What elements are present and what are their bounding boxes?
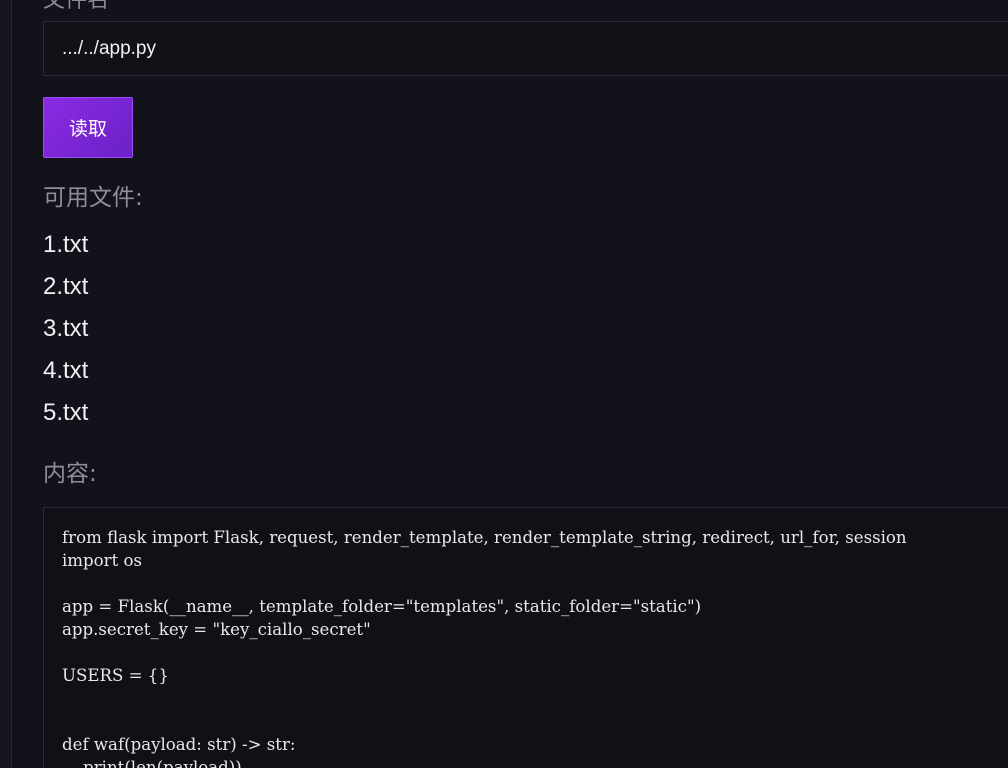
- file-item-4[interactable]: 4.txt: [43, 354, 88, 396]
- left-sidebar-edge: [0, 0, 12, 768]
- file-item-1[interactable]: 1.txt: [43, 228, 88, 270]
- file-content-code: from flask import Flask, request, render…: [62, 528, 907, 768]
- filename-input[interactable]: [43, 21, 1008, 76]
- content-heading: 内容:: [43, 461, 97, 487]
- file-item-3[interactable]: 3.txt: [43, 312, 88, 354]
- file-content-panel: from flask import Flask, request, render…: [43, 507, 1008, 768]
- available-files-list: 1.txt 2.txt 3.txt 4.txt 5.txt: [43, 228, 88, 438]
- read-button[interactable]: 读取: [43, 97, 133, 158]
- available-files-heading: 可用文件:: [43, 185, 143, 211]
- file-item-5[interactable]: 5.txt: [43, 396, 88, 438]
- page: 文件名 读取 可用文件: 1.txt 2.txt 3.txt 4.txt 5.t…: [0, 0, 1008, 768]
- file-item-2[interactable]: 2.txt: [43, 270, 88, 312]
- filename-label: 文件名: [43, 0, 109, 12]
